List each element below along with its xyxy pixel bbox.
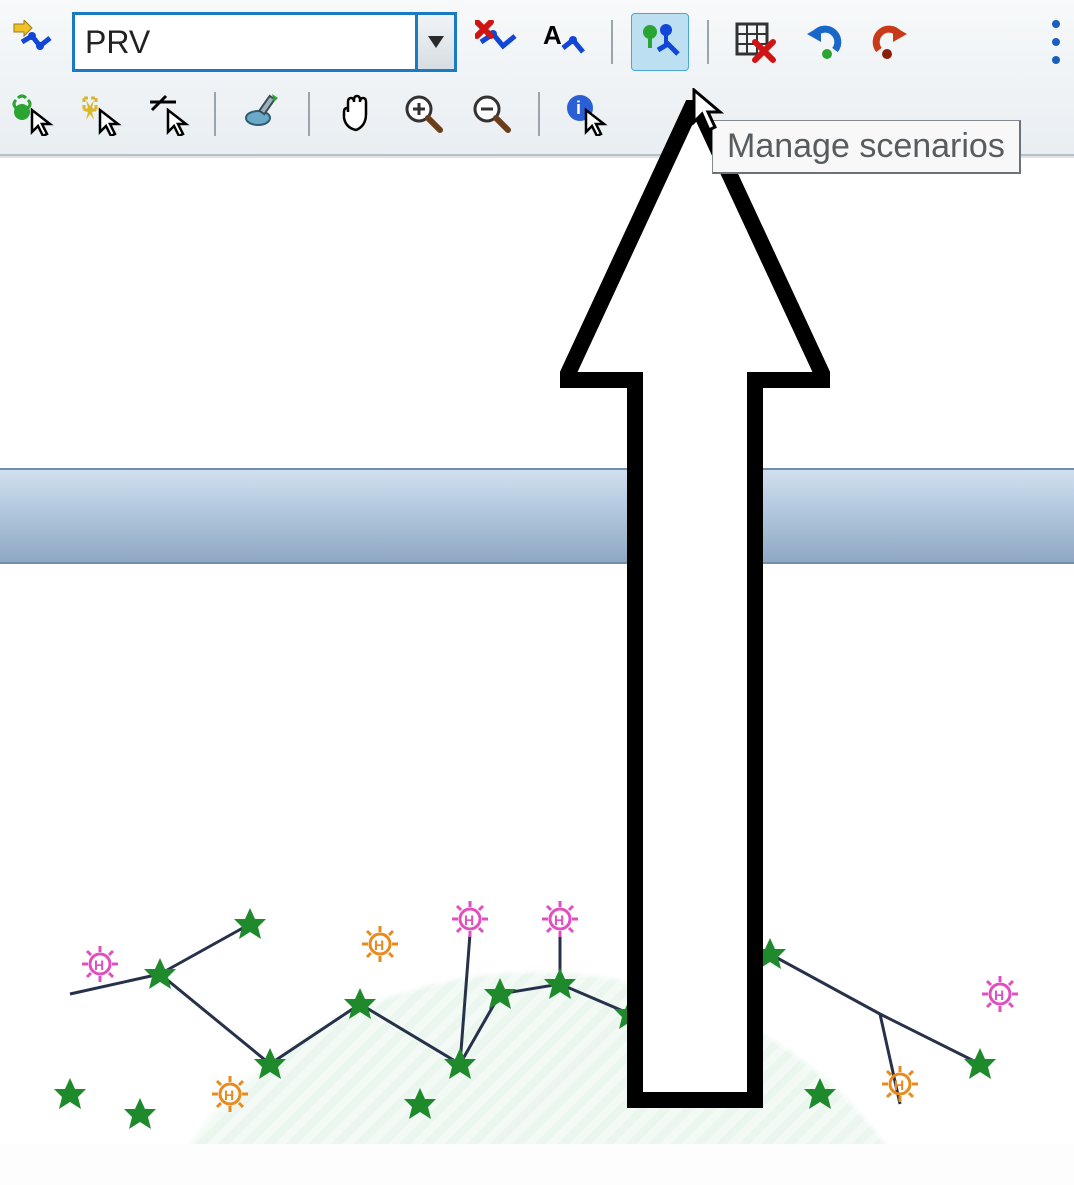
manage-scenarios-icon [638,20,682,64]
zoom-in-button[interactable] [396,86,452,142]
element-type-input[interactable] [75,15,415,69]
select-area-icon [78,92,122,136]
select-area-button[interactable] [72,86,128,142]
network-map-view[interactable]: H H [0,864,1074,1144]
undo-button[interactable] [795,14,851,70]
zoom-out-button[interactable] [464,86,520,142]
redo-icon [869,20,913,64]
mouse-cursor-icon [692,88,732,136]
new-node-button[interactable] [4,14,60,70]
toolbar-separator [214,92,216,136]
toolbar-overflow-button[interactable] [1042,14,1070,70]
delete-table-icon [733,20,777,64]
toolbar-row-1: A [4,6,1070,78]
edit-icon [240,92,284,136]
pan-hand-icon [334,92,378,136]
label-node-icon: A [543,20,587,64]
select-object-button[interactable] [4,86,60,142]
manage-scenarios-button[interactable] [631,13,689,71]
new-node-icon [10,20,54,64]
zoom-in-icon [402,92,446,136]
undo-icon [801,20,845,64]
toolbar-separator [707,20,709,64]
content-blank-lower [0,564,1074,864]
svg-text:i: i [576,98,581,118]
select-object-icon [10,92,54,136]
info-button[interactable]: i [558,86,614,142]
kebab-dot-icon [1052,38,1060,46]
chevron-down-icon [428,36,444,48]
select-path-button[interactable] [140,86,196,142]
delete-node-button[interactable] [469,14,525,70]
content-blank-upper [0,156,1074,468]
svg-text:A: A [543,20,562,50]
edit-button[interactable] [234,86,290,142]
delete-table-button[interactable] [727,14,783,70]
kebab-dot-icon [1052,20,1060,28]
toolbar-separator [611,20,613,64]
pan-button[interactable] [328,86,384,142]
tooltip: Manage scenarios [712,120,1021,174]
delete-node-icon [475,20,519,64]
kebab-dot-icon [1052,56,1060,64]
select-path-icon [146,92,190,136]
combo-dropdown-button[interactable] [415,15,454,69]
info-icon: i [564,92,608,136]
zoom-out-icon [470,92,514,136]
toolbar-separator [538,92,540,136]
label-node-button[interactable]: A [537,14,593,70]
network-map-svg: H H [0,864,1074,1144]
toolbar-separator [308,92,310,136]
panel-title-bar[interactable] [0,468,1074,564]
element-type-combo[interactable] [72,12,457,72]
redo-button[interactable] [863,14,919,70]
